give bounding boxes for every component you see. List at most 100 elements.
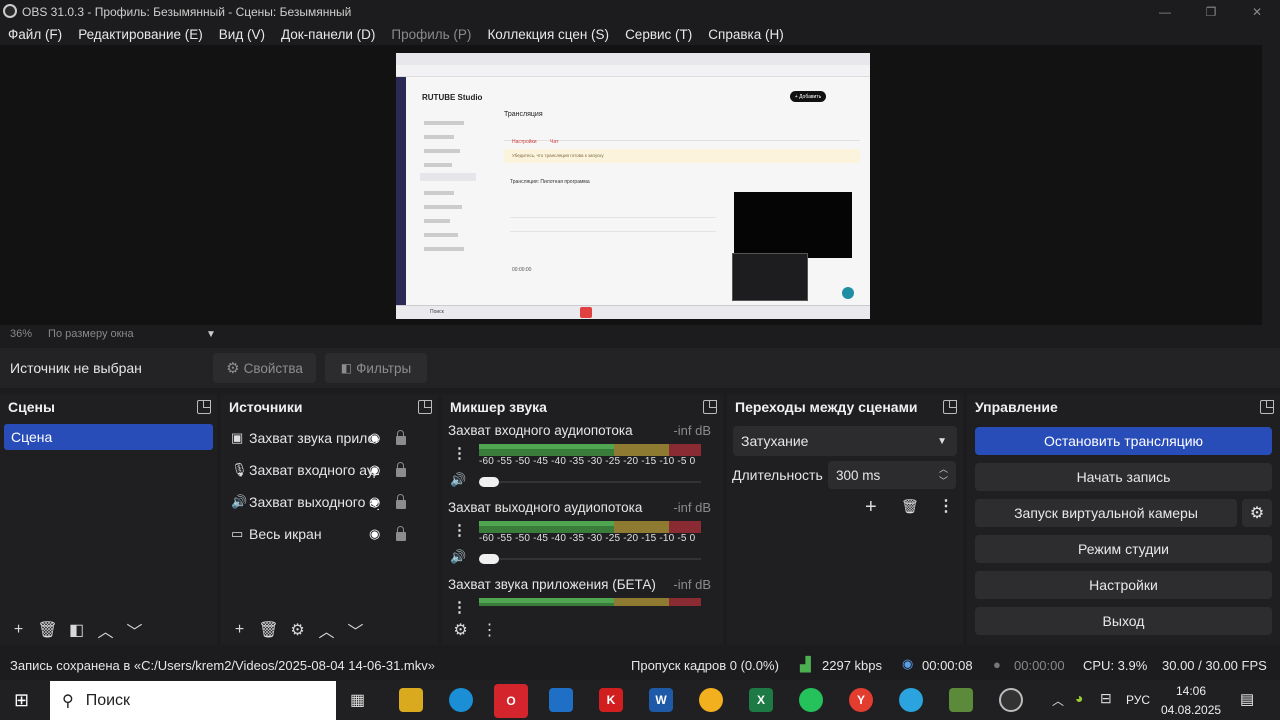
- mixer-channel-name: Захват звука приложения (БЕТА): [448, 577, 656, 592]
- mixer-channel-name: Захват выходного аудиопотока: [448, 500, 643, 515]
- menu-docks[interactable]: Док-панели (D): [273, 27, 383, 42]
- remove-transition-icon[interactable]: 🗑: [901, 498, 919, 515]
- kebab-menu-icon[interactable]: ⋮: [475, 618, 504, 642]
- sources-toolbar: + 🗑 ⚙ ︿ ﹀: [221, 615, 438, 645]
- clock-date[interactable]: 04.08.2025: [1161, 703, 1221, 717]
- zoom-mode-select[interactable]: По размеру окна: [48, 328, 198, 340]
- volume-slider[interactable]: [479, 477, 701, 487]
- exit-button[interactable]: Выход: [975, 607, 1272, 635]
- search-placeholder: Поиск: [85, 691, 131, 709]
- add-scene-icon[interactable]: +: [4, 618, 33, 642]
- undock-icon[interactable]: [197, 400, 211, 414]
- add-transition-icon[interactable]: +: [865, 496, 877, 519]
- source-item[interactable]: ▭ Весь икран ◉: [231, 523, 436, 545]
- preview-notice: Убедитесь, что трансляция готова к запус…: [504, 149, 860, 163]
- chrome-icon[interactable]: [699, 688, 723, 712]
- move-up-icon[interactable]: ︿: [91, 618, 120, 642]
- eye-icon[interactable]: ◉: [369, 462, 380, 478]
- excel-icon[interactable]: X: [749, 688, 773, 712]
- duration-spinbox[interactable]: 300 ms ︿ ﹀: [828, 461, 956, 489]
- transition-select[interactable]: Затухание ▼: [733, 426, 957, 456]
- volume-slider[interactable]: [479, 554, 701, 564]
- lock-icon[interactable]: [396, 526, 406, 541]
- kaspersky-icon[interactable]: K: [599, 688, 623, 712]
- menu-edit[interactable]: Редактирование (E): [70, 27, 211, 42]
- remove-source-icon[interactable]: 🗑: [254, 618, 283, 642]
- menu-tools[interactable]: Сервис (T): [617, 27, 700, 42]
- lock-icon[interactable]: [396, 494, 406, 509]
- add-source-icon[interactable]: +: [225, 618, 254, 642]
- move-down-icon[interactable]: ﹀: [120, 618, 149, 642]
- clock-time[interactable]: 14:06: [1176, 684, 1206, 698]
- task-view-icon[interactable]: ▦: [350, 690, 365, 710]
- menu-help[interactable]: Справка (H): [700, 27, 791, 42]
- eye-icon[interactable]: ◉: [369, 430, 380, 446]
- menu-file[interactable]: Файл (F): [0, 27, 70, 42]
- opera-icon[interactable]: O: [494, 684, 528, 718]
- start-virtual-camera-button[interactable]: Запуск виртуальной камеры: [975, 499, 1237, 527]
- eye-icon[interactable]: ◉: [369, 494, 380, 510]
- source-item[interactable]: 🔊Захват выходного аудиопотока ◉: [231, 491, 436, 513]
- taskbar-search[interactable]: ⚲ Поиск: [50, 681, 336, 720]
- preview-add-button: + Добавить: [790, 91, 826, 102]
- word-icon[interactable]: W: [649, 688, 673, 712]
- close-button[interactable]: ✕: [1234, 0, 1280, 23]
- source-item[interactable]: 🎙Захват входного аудиопотока ◉: [231, 459, 436, 481]
- scenes-dock: Сцены Сцена + 🗑 ◧ ︿ ﹀: [0, 394, 217, 645]
- remove-scene-icon[interactable]: 🗑: [33, 618, 62, 642]
- undock-icon[interactable]: [703, 400, 717, 414]
- move-up-icon[interactable]: ︿: [312, 618, 341, 642]
- duration-label: Длительность: [732, 467, 823, 483]
- studio-mode-button[interactable]: Режим студии: [975, 535, 1272, 563]
- dropped-frames: Пропуск кадров 0 (0.0%): [631, 658, 779, 673]
- file-explorer-icon[interactable]: [399, 688, 423, 712]
- eye-icon[interactable]: ◉: [369, 526, 380, 542]
- scene-item[interactable]: Сцена: [4, 424, 213, 450]
- move-down-icon[interactable]: ﹀: [341, 618, 370, 642]
- obs-taskbar-icon[interactable]: [999, 688, 1023, 712]
- whatsapp-icon[interactable]: [799, 688, 823, 712]
- lock-icon[interactable]: [396, 430, 406, 445]
- microphone-icon: 🎙: [231, 462, 248, 477]
- kebab-menu-icon[interactable]: ⋮: [452, 444, 467, 462]
- language-indicator[interactable]: РУС: [1126, 693, 1150, 707]
- source-item[interactable]: ▣Захват звука приложения ◉: [231, 427, 436, 449]
- stop-streaming-button[interactable]: Остановить трансляцию: [975, 427, 1272, 455]
- scene-filters-icon[interactable]: ◧: [62, 618, 91, 642]
- chevron-down-icon: ▼: [937, 435, 947, 447]
- settings-button[interactable]: Настройки: [975, 571, 1272, 599]
- store-icon[interactable]: [549, 688, 573, 712]
- search-icon: ⚲: [62, 692, 74, 710]
- gear-icon[interactable]: ⚙: [446, 618, 475, 642]
- yandex-icon[interactable]: Y: [849, 688, 873, 712]
- telegram-icon[interactable]: [899, 688, 923, 712]
- kebab-menu-icon[interactable]: ⋮: [938, 496, 954, 516]
- tray-chevron-icon[interactable]: ︿: [1052, 692, 1064, 709]
- lock-icon[interactable]: [396, 462, 406, 477]
- tray-app-icon[interactable]: ◕: [1075, 690, 1083, 706]
- start-recording-button[interactable]: Начать запись: [975, 463, 1272, 491]
- notifications-icon[interactable]: ▤: [1240, 690, 1254, 708]
- transitions-dock: Переходы между сценами Затухание ▼ Длите…: [727, 394, 963, 645]
- kebab-menu-icon[interactable]: ⋮: [452, 598, 467, 616]
- spin-down-icon[interactable]: ﹀: [939, 474, 948, 487]
- minecraft-icon[interactable]: [949, 688, 973, 712]
- source-settings-icon[interactable]: ⚙: [283, 618, 312, 642]
- maximize-button[interactable]: ❐: [1188, 0, 1234, 23]
- speaker-icon[interactable]: 🔊: [450, 472, 466, 488]
- speaker-icon[interactable]: 🔊: [450, 549, 466, 565]
- minimize-button[interactable]: —: [1142, 0, 1188, 23]
- windows-start-icon[interactable]: ⊞: [14, 690, 29, 711]
- menu-scene-collection[interactable]: Коллекция сцен (S): [479, 27, 617, 42]
- edge-icon[interactable]: [449, 688, 473, 712]
- chevron-down-icon[interactable]: ▼: [206, 329, 216, 340]
- virtual-camera-settings-icon[interactable]: ⚙: [1242, 499, 1272, 527]
- undock-icon[interactable]: [943, 400, 957, 414]
- properties-button: ⚙ Свойства: [213, 353, 316, 383]
- menu-view[interactable]: Вид (V): [211, 27, 273, 42]
- undock-icon[interactable]: [1260, 400, 1274, 414]
- network-icon[interactable]: ⊟: [1100, 690, 1112, 707]
- kebab-menu-icon[interactable]: ⋮: [452, 521, 467, 539]
- source-status: Источник не выбран: [10, 360, 142, 376]
- undock-icon[interactable]: [418, 400, 432, 414]
